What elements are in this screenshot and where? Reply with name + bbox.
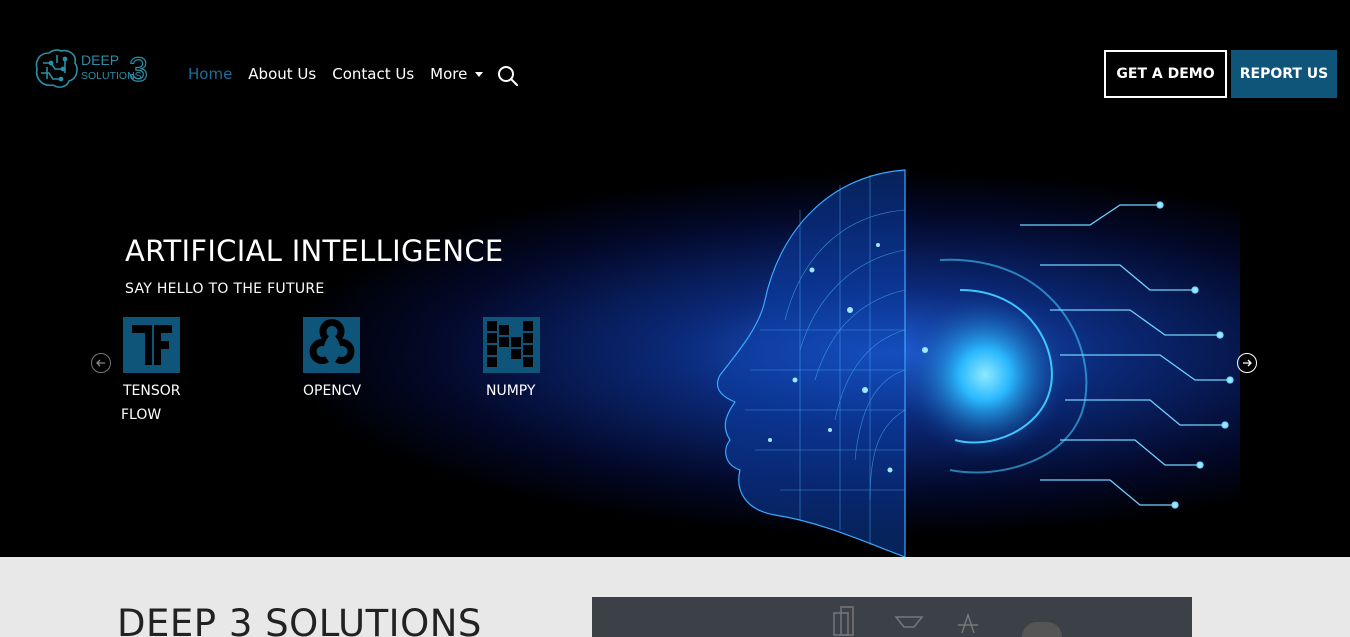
carousel-prev-button[interactable]	[91, 353, 111, 373]
opencv-icon	[303, 317, 360, 373]
arrow-left-icon	[96, 359, 105, 367]
main-nav: Home About Us Contact Us More	[188, 64, 499, 84]
tech-item-tensorflow[interactable]: TENSOR FLOW	[121, 317, 223, 427]
tech-label-opencv: OPENCV	[303, 383, 362, 399]
carousel-next-button[interactable]	[1237, 353, 1257, 373]
tech-label-tensorflow: TENSOR FLOW	[121, 383, 181, 423]
logo-number: 3	[129, 51, 148, 89]
about-section: DEEP 3 SOLUTIONS	[0, 557, 1350, 637]
section-title: DEEP 3 SOLUTIONS	[117, 602, 482, 637]
numpy-icon	[483, 317, 540, 373]
hero-subtitle: SAY HELLO TO THE FUTURE	[125, 281, 325, 297]
tech-item-opencv[interactable]: OPENCV	[303, 317, 403, 403]
tech-item-numpy[interactable]: NUMPY	[483, 317, 583, 403]
tensorflow-icon	[123, 317, 180, 373]
nav-home[interactable]: Home	[188, 64, 232, 84]
nav-about-us[interactable]: About Us	[248, 64, 316, 84]
caret-down-icon	[475, 72, 484, 77]
arrow-right-icon	[1243, 359, 1252, 367]
about-image	[592, 597, 1192, 637]
nav-more-dropdown[interactable]: More	[430, 64, 484, 84]
search-icon[interactable]	[496, 64, 520, 88]
tech-label-numpy: NUMPY	[486, 383, 536, 399]
nav-more-label: More	[430, 65, 468, 83]
logo[interactable]: DEEP SOLUTIONS 3	[33, 45, 149, 93]
hero-carousel: ARTIFICIAL INTELLIGENCE SAY HELLO TO THE…	[0, 150, 1350, 557]
nav-contact-us[interactable]: Contact Us	[332, 64, 414, 84]
report-us-button[interactable]: REPORT US	[1231, 50, 1337, 98]
site-header: DEEP SOLUTIONS 3 Home About Us Contact U…	[0, 0, 1350, 150]
logo-line1: DEEP	[81, 52, 119, 68]
get-a-demo-button[interactable]: GET A DEMO	[1104, 50, 1227, 98]
hero-title: ARTIFICIAL INTELLIGENCE	[125, 234, 504, 268]
